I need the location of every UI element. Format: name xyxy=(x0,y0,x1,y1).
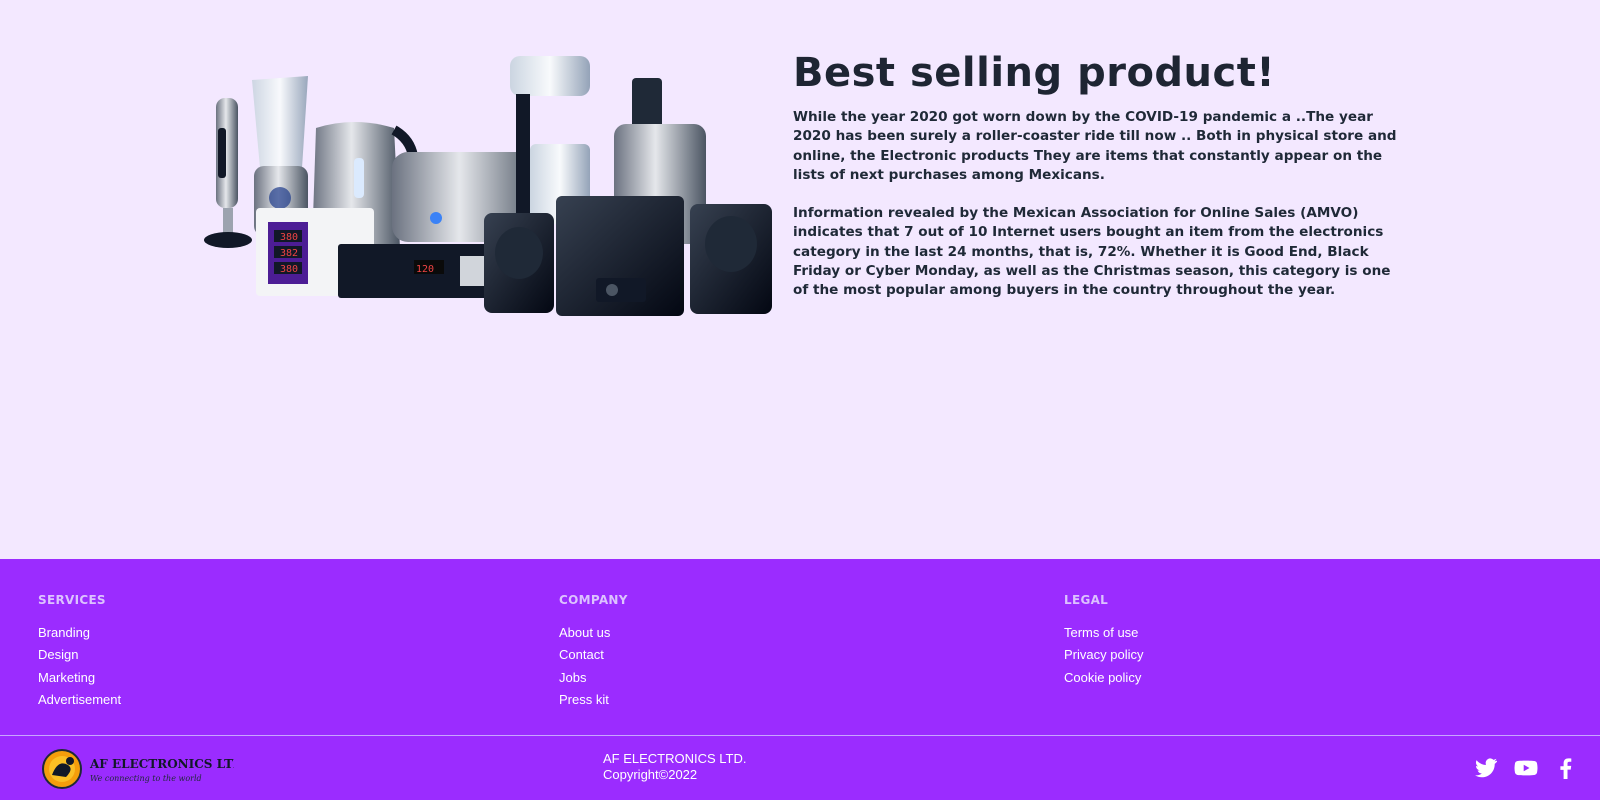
hero-section: 380 382 380 120 Best selling product! Wh… xyxy=(0,0,1600,559)
company-info: AF ELECTRONICS LTD. Copyright©2022 xyxy=(603,751,747,783)
footer-link-press-kit[interactable]: Press kit xyxy=(559,689,628,711)
twitter-icon[interactable] xyxy=(1474,756,1498,780)
footer-column-company: COMPANY About us Contact Jobs Press kit xyxy=(559,592,628,712)
hero-text: Best selling product! While the year 202… xyxy=(793,48,1403,320)
footer-link-terms-of-use[interactable]: Terms of use xyxy=(1064,622,1143,644)
electronics-products-image: 380 382 380 120 xyxy=(204,56,772,316)
footer-columns: SERVICES Branding Design Marketing Adver… xyxy=(0,559,1600,735)
footer-link-contact[interactable]: Contact xyxy=(559,644,628,666)
svg-text:120: 120 xyxy=(416,264,434,275)
svg-text:382: 382 xyxy=(280,248,298,259)
footer-link-privacy-policy[interactable]: Privacy policy xyxy=(1064,644,1143,666)
footer-link-marketing[interactable]: Marketing xyxy=(38,667,121,689)
svg-text:380: 380 xyxy=(280,264,298,275)
svg-text:We connecting to the world: We connecting to the world xyxy=(90,774,202,783)
footer-column-services: SERVICES Branding Design Marketing Adver… xyxy=(38,592,121,712)
site-footer: SERVICES Branding Design Marketing Adver… xyxy=(0,559,1600,800)
company-name: AF ELECTRONICS LTD. xyxy=(603,751,747,766)
footer-link-design[interactable]: Design xyxy=(38,644,121,666)
youtube-icon[interactable] xyxy=(1514,756,1538,780)
company-logo[interactable]: AF ELECTRONICS LTD We connecting to the … xyxy=(38,749,234,789)
hero-paragraph: Information revealed by the Mexican Asso… xyxy=(793,205,1391,299)
page-title: Best selling product! xyxy=(793,50,1276,96)
footer-column-heading: LEGAL xyxy=(1064,593,1109,607)
hero-paragraph: While the year 2020 got worn down by the… xyxy=(793,109,1397,183)
footer-link-jobs[interactable]: Jobs xyxy=(559,667,628,689)
svg-text:AF ELECTRONICS LTD: AF ELECTRONICS LTD xyxy=(89,757,234,771)
footer-link-branding[interactable]: Branding xyxy=(38,622,121,644)
footer-column-heading: COMPANY xyxy=(559,593,628,607)
footer-link-about-us[interactable]: About us xyxy=(559,622,628,644)
svg-text:380: 380 xyxy=(280,232,298,243)
footer-link-cookie-policy[interactable]: Cookie policy xyxy=(1064,667,1143,689)
footer-link-advertisement[interactable]: Advertisement xyxy=(38,689,121,711)
social-links xyxy=(1474,756,1578,780)
facebook-icon[interactable] xyxy=(1554,756,1578,780)
footer-bottom: AF ELECTRONICS LTD We connecting to the … xyxy=(0,736,1600,800)
footer-column-heading: SERVICES xyxy=(38,593,106,607)
copyright-text: Copyright©2022 xyxy=(603,767,698,782)
footer-column-legal: LEGAL Terms of use Privacy policy Cookie… xyxy=(1064,592,1143,689)
